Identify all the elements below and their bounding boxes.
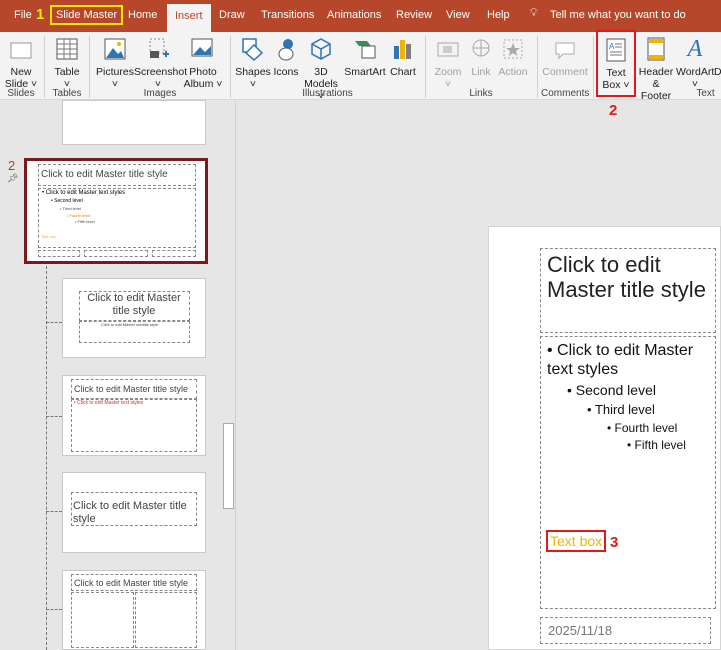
picture-icon	[96, 34, 134, 64]
annotation-2: 2	[609, 102, 618, 119]
photo-album-button[interactable]: Photo Album ˅	[182, 34, 224, 90]
action-star-icon	[496, 34, 530, 64]
slide-master-canvas[interactable]: Click to edit Master title style • Click…	[488, 226, 721, 650]
smartart-button[interactable]: SmartArt	[343, 34, 387, 78]
screenshot-button[interactable]: Screenshot ˅	[134, 34, 187, 90]
svg-text:A: A	[609, 42, 615, 51]
annotation-3: 3	[610, 534, 619, 551]
cube-icon	[301, 34, 341, 64]
thumbnail-content-layout[interactable]: Click to edit Master title style • Click…	[62, 375, 206, 456]
thumbnail-title-layout[interactable]: Click to edit Master title style Click t…	[62, 278, 206, 358]
text-box-icon: A	[598, 35, 634, 65]
tab-slide-master[interactable]: Slide Master	[50, 5, 124, 25]
thumbnail-slide-master[interactable]: Click to edit Master title style • Click…	[24, 158, 208, 264]
date-text: 2025/11/18	[548, 623, 613, 638]
comment-button[interactable]: Comment	[541, 34, 589, 78]
text-level-4: • Fourth level	[607, 420, 678, 435]
wordart-icon: A	[687, 36, 703, 62]
group-tables: Tables	[52, 88, 82, 99]
lightbulb-icon: 💡︎	[530, 7, 538, 19]
globe-link-icon	[466, 34, 496, 64]
zoom-icon	[432, 34, 464, 64]
more-text-button[interactable]: D	[714, 34, 721, 78]
text-level-5: • Fifth level	[627, 438, 686, 453]
text-level-3: • Third level	[587, 402, 655, 418]
table-button[interactable]: Table ˅	[50, 34, 84, 90]
tab-file[interactable]: File	[14, 9, 32, 21]
new-slide-icon	[4, 34, 38, 64]
text-box-button[interactable]: A Text Box ˅	[596, 30, 636, 97]
tab-view[interactable]: View	[446, 9, 470, 21]
scrollbar-thumb[interactable]	[223, 423, 234, 509]
text-box[interactable]: Text box	[546, 530, 607, 552]
ribbon-insert: New Slide ˅ Slides Table ˅ Tables Pictures…	[0, 30, 721, 119]
screenshot-icon	[134, 34, 182, 64]
tab-draw[interactable]: Draw	[219, 9, 245, 21]
smartart-icon	[343, 34, 387, 64]
table-icon	[50, 34, 84, 64]
title-placeholder[interactable]: Click to edit Master title style	[540, 248, 716, 333]
thumbnail-two-content-layout[interactable]: Click to edit Master title style	[62, 570, 206, 650]
wordart-button[interactable]: A WordArt ˅	[676, 34, 714, 90]
header-footer-button[interactable]: Header & Footer	[637, 34, 675, 102]
new-slide-button[interactable]: New Slide ˅	[4, 34, 38, 90]
shapes-icon	[235, 34, 271, 64]
slide-title: Click to edit Master title style	[547, 252, 706, 302]
pin-icon: 📌︎	[7, 173, 19, 183]
shapes-button[interactable]: Shapes ˅	[235, 34, 271, 90]
group-images: Images	[143, 88, 177, 99]
tab-home[interactable]: Home	[128, 9, 157, 21]
group-illustrations: Illustrations	[302, 88, 353, 99]
photo-album-icon	[182, 34, 224, 64]
text-level-1: • Click to edit Master text styles	[547, 342, 694, 379]
thumbnail-partial[interactable]	[62, 100, 206, 145]
tab-animations[interactable]: Animations	[327, 9, 381, 21]
icons-button[interactable]: Icons	[271, 34, 301, 78]
group-text: Text	[696, 88, 715, 99]
group-comments: Comments	[541, 88, 590, 99]
content-placeholder[interactable]: • Click to edit Master text styles • Sec…	[540, 336, 716, 609]
ribbon-tab-bar: File 1 Slide Master Home Insert Draw Tra…	[0, 0, 721, 32]
group-links: Links	[469, 88, 493, 99]
slide-number: 2	[8, 158, 16, 173]
text-level-2: • Second level	[567, 382, 656, 399]
icons-icon	[271, 34, 301, 64]
zoom-button[interactable]: Zoom ˅	[432, 34, 464, 90]
tab-help[interactable]: Help	[487, 9, 510, 21]
pictures-button[interactable]: Pictures ˅	[96, 34, 134, 90]
action-button[interactable]: Action	[496, 34, 530, 78]
tab-review[interactable]: Review	[396, 9, 432, 21]
tell-me-search[interactable]: Tell me what you want to do	[550, 9, 686, 21]
tab-transitions[interactable]: Transitions	[261, 9, 314, 21]
thumbnail-section-layout[interactable]: Click to edit Master title style	[62, 472, 206, 553]
comment-icon	[541, 34, 589, 64]
annotation-1: 1	[36, 6, 45, 23]
header-footer-icon	[637, 34, 675, 64]
thumbnail-scrollbar[interactable]	[222, 101, 235, 650]
link-button[interactable]: Link	[466, 34, 496, 78]
group-slides: Slides	[7, 88, 35, 99]
chart-button[interactable]: Chart	[388, 34, 418, 78]
chart-icon	[388, 34, 418, 64]
tab-insert[interactable]: Insert	[167, 4, 211, 32]
